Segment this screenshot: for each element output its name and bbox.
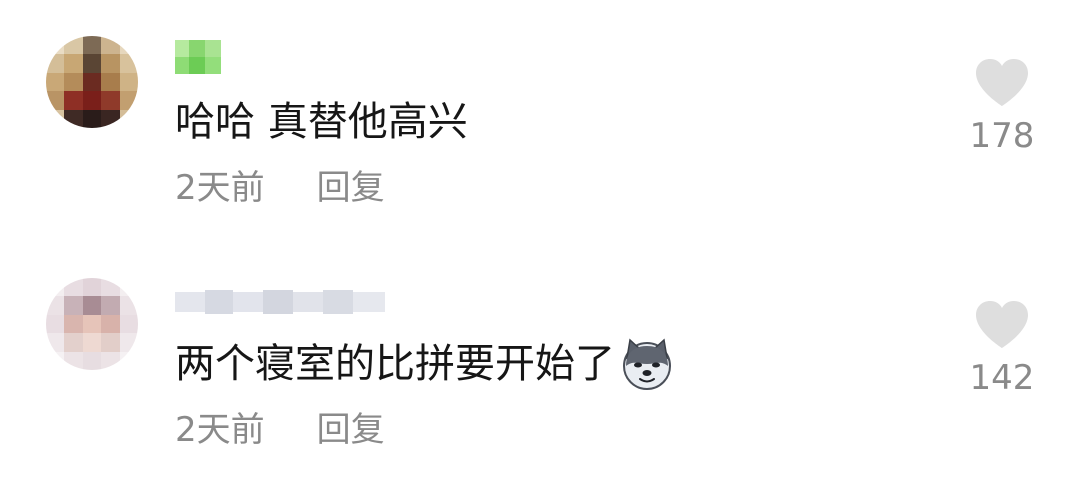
username[interactable] xyxy=(175,40,221,74)
heart-icon xyxy=(976,59,1028,106)
comment-text: 两个寝室的比拼要开始了 xyxy=(175,338,673,390)
like-button[interactable]: 142 xyxy=(962,300,1042,398)
comment-item: 两个寝室的比拼要开始了 2天前 回复 142 xyxy=(0,240,1080,485)
comment-meta: 2天前 回复 xyxy=(175,168,385,208)
comment-time: 2天前 xyxy=(175,410,265,450)
comment-text-label: 哈哈 真替他高兴 xyxy=(175,99,468,145)
like-count: 178 xyxy=(969,116,1035,156)
avatar[interactable] xyxy=(46,36,138,128)
like-button[interactable]: 178 xyxy=(962,58,1042,156)
avatar[interactable] xyxy=(46,278,138,370)
comment-text: 哈哈 真替他高兴 xyxy=(175,98,468,146)
comment-meta: 2天前 回复 xyxy=(175,410,385,450)
username[interactable] xyxy=(175,288,385,316)
comment-item: 哈哈 真替他高兴 2天前 回复 178 xyxy=(0,0,1080,240)
comment-time: 2天前 xyxy=(175,168,265,208)
dog-face-icon xyxy=(623,338,671,390)
reply-button[interactable]: 回复 xyxy=(317,410,385,450)
like-count: 142 xyxy=(969,358,1035,398)
heart-icon xyxy=(976,301,1028,348)
comment-text-label: 两个寝室的比拼要开始了 xyxy=(175,341,615,387)
reply-button[interactable]: 回复 xyxy=(317,168,385,208)
